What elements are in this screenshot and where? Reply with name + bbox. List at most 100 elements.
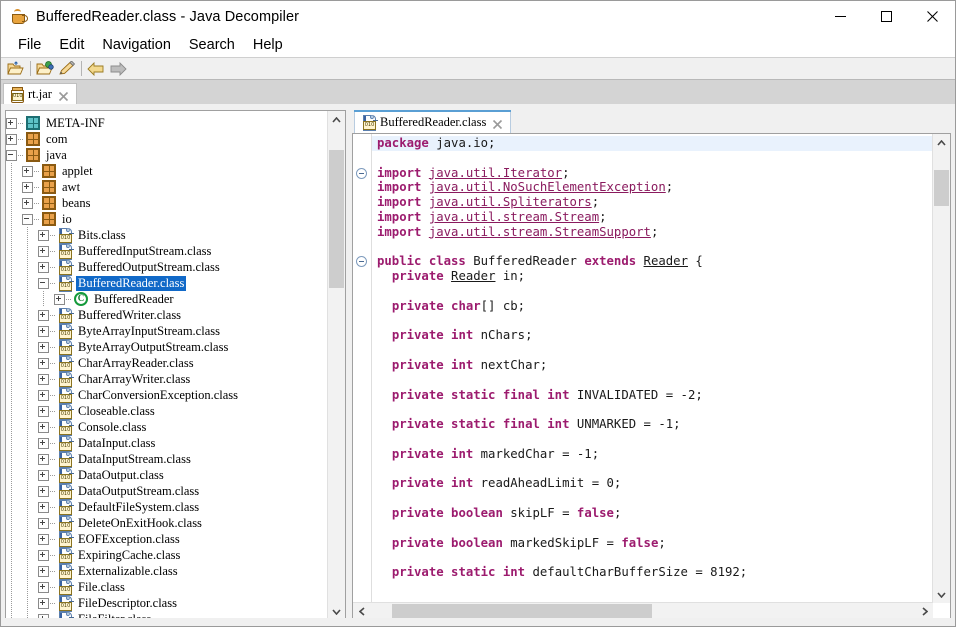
tree-item-externalizable-class[interactable]: 010 Externalizable.class (6, 563, 328, 580)
close-icon[interactable] (492, 117, 503, 130)
tree-item-deleteonexithook-class[interactable]: 010 DeleteOnExitHook.class (6, 515, 328, 532)
scrollbar-thumb[interactable] (934, 170, 949, 206)
collapse-icon[interactable] (356, 256, 367, 268)
tree-item-bufferedwriter-class[interactable]: 010 BufferedWriter.class (6, 307, 328, 324)
collapse-icon[interactable] (22, 213, 33, 225)
back-arrow-icon[interactable] (85, 59, 107, 79)
tab-bufferedreader-class[interactable]: 010 BufferedReader.class (354, 111, 512, 133)
tree-item-chararraywriter-class[interactable]: 010 CharArrayWriter.class (6, 371, 328, 388)
close-icon[interactable] (58, 89, 69, 101)
tree-item-datainput-class[interactable]: 010 DataInput.class (6, 435, 328, 452)
expand-icon[interactable] (38, 533, 49, 545)
menu-edit[interactable]: Edit (50, 35, 93, 55)
tree-item-bytearrayinputstream-class[interactable]: 010 ByteArrayInputStream.class (6, 323, 328, 340)
tree-item-filedescriptor-class[interactable]: 010 FileDescriptor.class (6, 595, 328, 612)
scrollbar-thumb[interactable] (392, 604, 652, 619)
tree-item-datainputstream-class[interactable]: 010 DataInputStream.class (6, 451, 328, 468)
tree-item-eofexception-class[interactable]: 010 EOFException.class (6, 531, 328, 548)
forward-arrow-icon[interactable] (107, 59, 129, 79)
source-code-text[interactable]: package java.io; import java.util.Iterat… (372, 134, 933, 603)
tree-item-file-class[interactable]: 010 File.class (6, 579, 328, 596)
expand-icon[interactable] (54, 293, 65, 305)
code-link[interactable]: java.util.stream.StreamSupport (429, 225, 651, 239)
tab-rt-jar[interactable]: 010 rt.jar (3, 83, 77, 104)
expand-icon[interactable] (38, 437, 49, 449)
minimize-button[interactable] (817, 1, 863, 32)
expand-icon[interactable] (38, 485, 49, 497)
expand-icon[interactable] (38, 389, 49, 401)
collapse-icon[interactable] (38, 277, 49, 289)
expand-icon[interactable] (6, 117, 17, 129)
expand-icon[interactable] (38, 325, 49, 337)
fold-gutter[interactable] (353, 134, 372, 603)
scrollbar-thumb[interactable] (329, 150, 344, 288)
expand-icon[interactable] (38, 469, 49, 481)
expand-icon[interactable] (38, 549, 49, 561)
tree-vertical-scrollbar[interactable] (327, 111, 345, 620)
menu-search[interactable]: Search (180, 35, 244, 55)
expand-icon[interactable] (6, 133, 17, 145)
tree-item-meta-inf[interactable]: META-INF (6, 115, 328, 131)
expand-icon[interactable] (38, 597, 49, 609)
editor-vertical-scrollbar[interactable] (932, 134, 950, 603)
menu-file[interactable]: File (9, 35, 50, 55)
tree-item-console-class[interactable]: 010 Console.class (6, 419, 328, 436)
class-file-icon: 010 (58, 323, 74, 340)
expand-icon[interactable] (38, 261, 49, 273)
tree-item-bufferedreader[interactable]: BufferedReader (6, 291, 328, 307)
maximize-button[interactable] (863, 1, 909, 32)
tree-item-awt[interactable]: awt (6, 179, 328, 195)
collapse-icon[interactable] (6, 149, 17, 161)
tree-item-beans[interactable]: beans (6, 195, 328, 211)
expand-icon[interactable] (22, 165, 33, 177)
expand-icon[interactable] (38, 245, 49, 257)
expand-icon[interactable] (38, 373, 49, 385)
tree-item-expiringcache-class[interactable]: 010 ExpiringCache.class (6, 547, 328, 564)
open-type-icon[interactable] (34, 59, 56, 79)
code-link[interactable]: Reader (451, 269, 495, 283)
scroll-down-icon[interactable] (933, 586, 950, 603)
code-link[interactable]: java.util.stream.Stream (429, 210, 599, 224)
code-link[interactable]: Reader (644, 254, 688, 268)
expand-icon[interactable] (38, 405, 49, 417)
tree-item-dataoutput-class[interactable]: 010 DataOutput.class (6, 467, 328, 484)
code-link[interactable]: java.util.Spliterators (429, 195, 592, 209)
expand-icon[interactable] (22, 181, 33, 193)
expand-icon[interactable] (38, 581, 49, 593)
scroll-up-icon[interactable] (328, 111, 345, 128)
tree-item-bufferedinputstream-class[interactable]: 010 BufferedInputStream.class (6, 243, 328, 260)
tree-item-io[interactable]: io (6, 211, 328, 227)
code-link[interactable]: java.util.NoSuchElementException (429, 180, 666, 194)
scroll-up-icon[interactable] (933, 134, 950, 151)
expand-icon[interactable] (22, 197, 33, 209)
tree-item-applet[interactable]: applet (6, 163, 328, 179)
package-tree[interactable]: META-INF com java applet awt beans io 010 Bits.c… (6, 111, 328, 620)
tree-item-bufferedreader-class[interactable]: 010 BufferedReader.class (6, 275, 328, 292)
tree-item-charconversionexception-class[interactable]: 010 CharConversionException.class (6, 387, 328, 404)
menu-navigation[interactable]: Navigation (93, 35, 180, 55)
collapse-icon[interactable] (356, 167, 367, 179)
tree-item-closeable-class[interactable]: 010 Closeable.class (6, 403, 328, 420)
open-file-icon[interactable] (5, 59, 27, 79)
expand-icon[interactable] (38, 357, 49, 369)
tree-item-com[interactable]: com (6, 131, 328, 147)
close-button[interactable] (909, 1, 955, 32)
expand-icon[interactable] (38, 453, 49, 465)
expand-icon[interactable] (38, 421, 49, 433)
expand-icon[interactable] (38, 565, 49, 577)
tree-item-defaultfilesystem-class[interactable]: 010 DefaultFileSystem.class (6, 499, 328, 516)
expand-icon[interactable] (38, 517, 49, 529)
tree-item-chararrayreader-class[interactable]: 010 CharArrayReader.class (6, 355, 328, 372)
tree-item-bytearrayoutputstream-class[interactable]: 010 ByteArrayOutputStream.class (6, 339, 328, 356)
tree-item-bufferedoutputstream-class[interactable]: 010 BufferedOutputStream.class (6, 259, 328, 276)
expand-icon[interactable] (38, 341, 49, 353)
menu-help[interactable]: Help (244, 35, 292, 55)
expand-icon[interactable] (38, 229, 49, 241)
expand-icon[interactable] (38, 501, 49, 513)
code-link[interactable]: java.util.Iterator (429, 166, 562, 180)
tree-item-java[interactable]: java (6, 147, 328, 163)
edit-pencil-icon[interactable] (56, 59, 78, 79)
tree-item-bits-class[interactable]: 010 Bits.class (6, 227, 328, 244)
expand-icon[interactable] (38, 309, 49, 321)
tree-item-dataoutputstream-class[interactable]: 010 DataOutputStream.class (6, 483, 328, 500)
